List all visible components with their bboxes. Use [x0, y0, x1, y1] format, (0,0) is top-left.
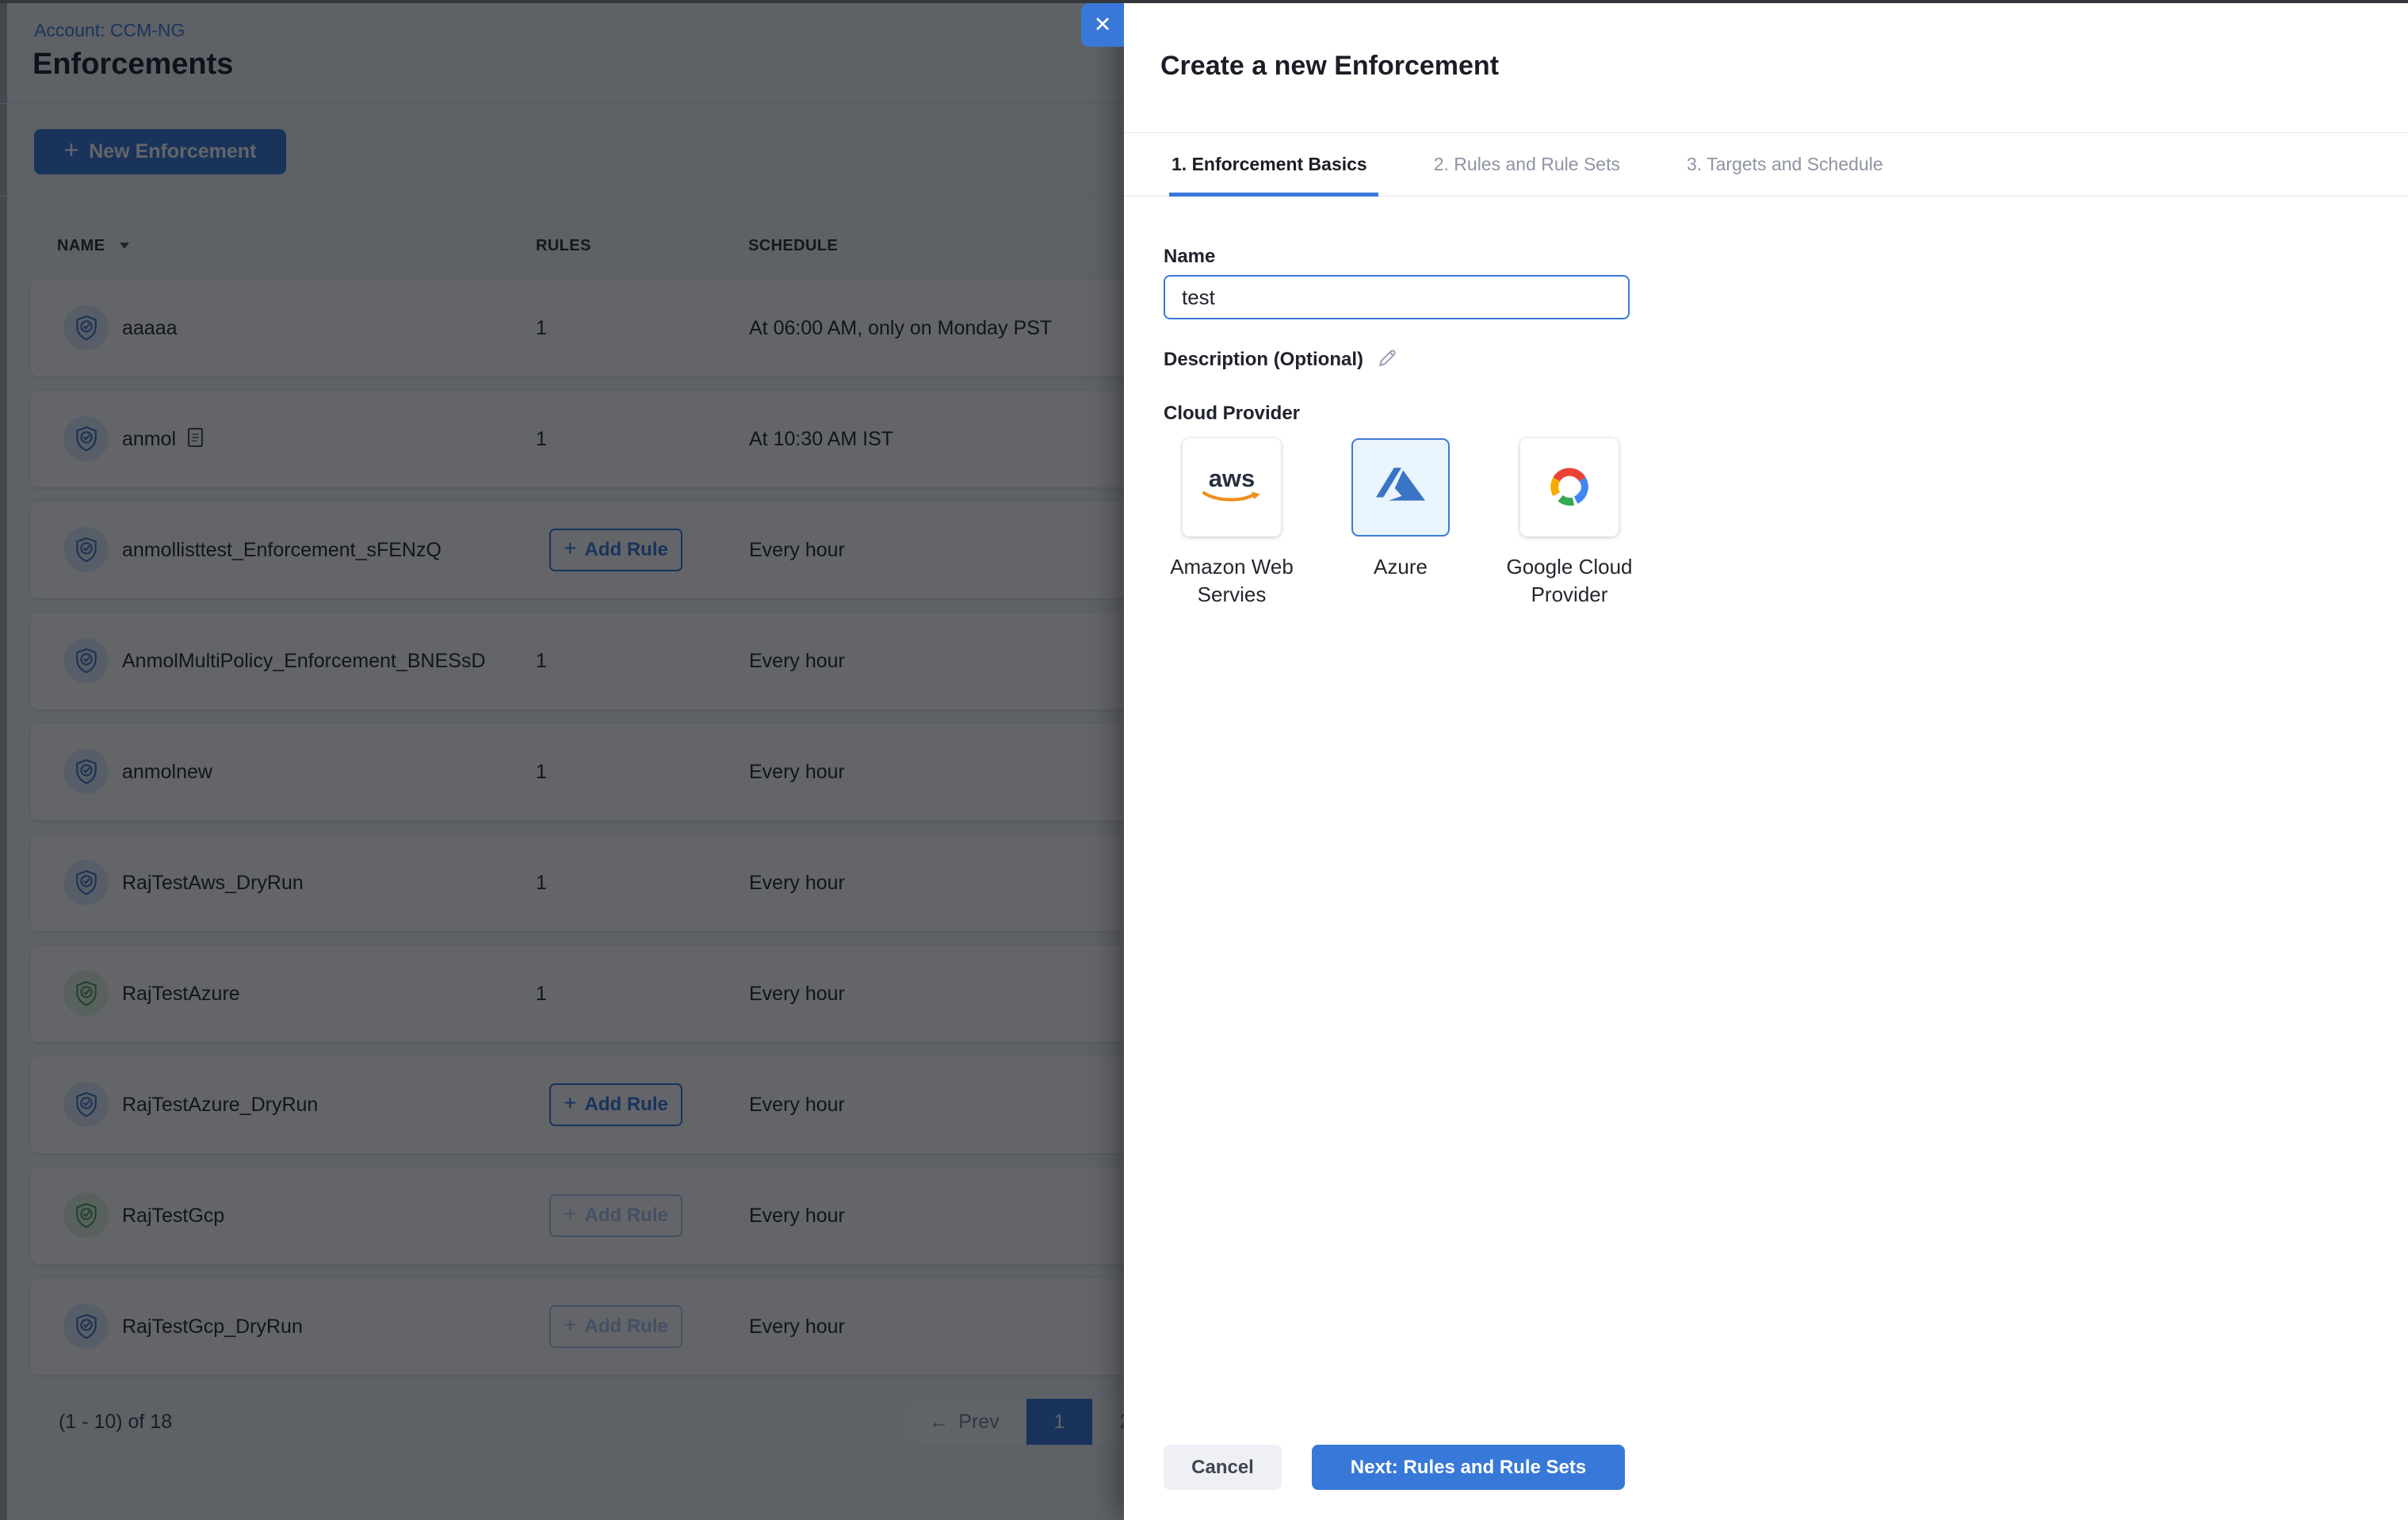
close-button[interactable]: ✕: [1081, 3, 1124, 47]
description-label: Description (Optional): [1164, 349, 1363, 370]
name-input[interactable]: [1164, 275, 1630, 319]
cancel-button[interactable]: Cancel: [1164, 1445, 1282, 1490]
create-enforcement-drawer: ✕ Create a new Enforcement 1. Enforcemen…: [1081, 0, 2408, 1520]
tab-targets-and-schedule[interactable]: 3. Targets and Schedule: [1687, 133, 1883, 196]
provider-label-google-cloud: Google Cloud Provider: [1506, 555, 1633, 606]
window-top-edge: [0, 0, 2408, 3]
cloud-provider-label: Cloud Provider: [1164, 403, 1301, 424]
edit-pencil-icon[interactable]: [1377, 347, 1398, 372]
tab-enforcement-basics[interactable]: 1. Enforcement Basics: [1169, 133, 1378, 197]
provider-card-azure[interactable]: [1351, 438, 1450, 537]
provider-card-aws[interactable]: aws: [1183, 438, 1281, 537]
close-icon: ✕: [1093, 13, 1112, 36]
provider-card-google-cloud[interactable]: [1520, 438, 1619, 537]
drawer-title: Create a new Enforcement: [1160, 51, 1500, 81]
next-button[interactable]: Next: Rules and Rule Sets: [1312, 1445, 1625, 1490]
azure-logo: [1376, 467, 1425, 508]
provider-label-azure: Azure: [1374, 555, 1428, 579]
provider-label-aws: Amazon Web Servies: [1170, 555, 1294, 606]
google-cloud-logo: [1545, 462, 1594, 514]
description-row: Description (Optional): [1164, 347, 1398, 372]
wizard-tabs: 1. Enforcement Basics 2. Rules and Rule …: [1124, 132, 2408, 197]
aws-logo: aws: [1202, 466, 1262, 504]
name-label: Name: [1164, 246, 1216, 267]
tab-rules-and-rule-sets[interactable]: 2. Rules and Rule Sets: [1434, 133, 1620, 196]
